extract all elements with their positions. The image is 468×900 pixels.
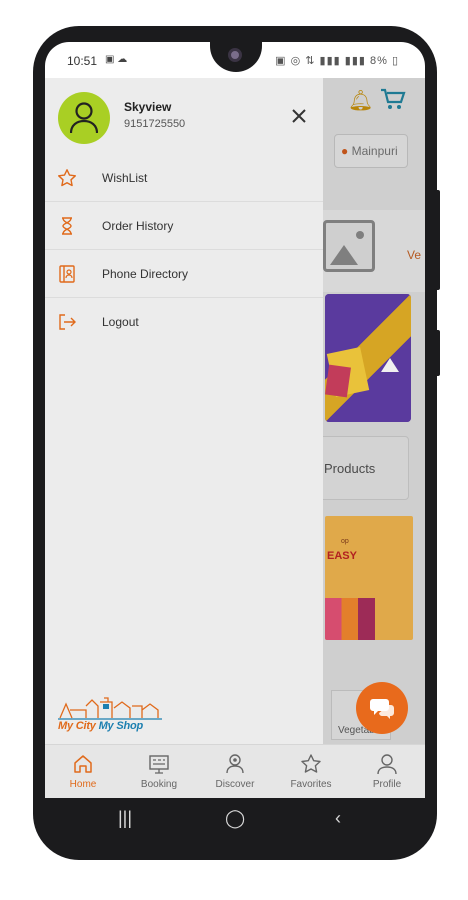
nav-label-home: Home — [69, 779, 97, 790]
nav-favorites[interactable]: Favorites — [273, 745, 349, 798]
star-icon — [301, 754, 321, 773]
shopping-bags-image — [325, 598, 375, 640]
home-circle-icon[interactable]: ◯ — [225, 808, 245, 829]
phone-directory-icon — [59, 265, 75, 283]
front-camera — [228, 48, 242, 62]
bell-icon: 🔔︎ — [348, 90, 374, 112]
status-time: 10:51 — [67, 54, 98, 68]
menu-item-logout[interactable]: Logout — [45, 298, 323, 346]
user-name: Skyview — [124, 100, 172, 114]
logout-icon — [59, 314, 76, 330]
navigation-drawer: Skyview 9151725550 WishList Order Histor… — [45, 78, 323, 798]
nav-label-favorites: Favorites — [290, 779, 332, 790]
bottom-navigation: Home Booking Discover Favorites Profile — [45, 744, 425, 798]
nav-home[interactable]: Home — [45, 745, 121, 798]
products-label: Products — [324, 461, 376, 476]
banner-text-large: EASY — [327, 550, 357, 562]
side-button-power — [434, 190, 440, 290]
profile-icon — [377, 754, 397, 775]
home-icon — [74, 755, 92, 773]
image-placeholder-icon — [323, 220, 375, 272]
menu-label-logout: Logout — [102, 315, 139, 329]
promo-banner-easy: op EASY — [325, 516, 413, 640]
battery-level: 8% — [369, 55, 388, 67]
status-indicators: ▣ ◎ ⇅ ▮▮▮ ▮▮▮ 8% ▯ — [275, 54, 399, 67]
location-selector: ● Mainpuri — [334, 134, 408, 168]
star-icon — [58, 169, 76, 187]
close-icon[interactable] — [289, 106, 309, 126]
brand-logo: My City My Shop — [56, 688, 166, 744]
user-icon — [70, 102, 98, 134]
recent-apps-icon[interactable]: ||| — [118, 808, 132, 829]
products-card: Products — [319, 436, 409, 500]
booking-icon — [149, 755, 169, 774]
nav-label-discover: Discover — [215, 779, 255, 790]
menu-label-order-history: Order History — [102, 219, 174, 233]
screen: 10:51 ▣ ☁ ▣ ◎ ⇅ ▮▮▮ ▮▮▮ 8% ▯ 🔔︎ ● Mainpu… — [45, 42, 425, 798]
location-label: Mainpuri — [351, 144, 398, 158]
menu-label-phone-directory: Phone Directory — [102, 267, 189, 281]
notification-icons: ▣ ☁ — [105, 54, 128, 65]
menu-label-wishlist: WishList — [102, 171, 148, 185]
city-skyline-graphic — [58, 697, 162, 720]
system-navigation-bar: ||| ◯ ‹ — [45, 798, 425, 842]
menu-item-order-history[interactable]: Order History — [45, 202, 323, 250]
nav-discover[interactable]: Discover — [197, 745, 273, 798]
nav-label-profile: Profile — [372, 779, 402, 790]
banner-text-small: op — [341, 538, 349, 545]
drawer-profile-header: Skyview 9151725550 — [45, 78, 323, 154]
discover-icon — [226, 754, 244, 774]
nav-profile[interactable]: Profile — [349, 745, 425, 798]
location-pin-icon: ● — [341, 144, 349, 158]
battery-icon: ▯ — [387, 55, 399, 67]
chat-fab-button[interactable] — [356, 682, 408, 734]
back-icon[interactable]: ‹ — [335, 808, 341, 829]
hourglass-icon — [62, 217, 72, 235]
brand-text-part1: My City — [58, 720, 96, 732]
side-button-volume — [434, 330, 440, 376]
user-phone: 9151725550 — [124, 118, 186, 130]
brand-text-part2: My Shop — [98, 720, 144, 732]
category-label-partial: Ve — [407, 248, 422, 262]
promo-banner-shopping — [325, 294, 411, 422]
nav-label-booking: Booking — [140, 779, 178, 790]
avatar — [58, 92, 110, 144]
menu-item-phone-directory[interactable]: Phone Directory — [45, 250, 323, 298]
signal-icons: ▣ ◎ ⇅ ▮▮▮ ▮▮▮ — [275, 55, 370, 67]
chat-icon — [370, 699, 394, 719]
brand-wordmark: My City My Shop — [58, 720, 143, 732]
nav-booking[interactable]: Booking — [121, 745, 197, 798]
cart-icon — [380, 88, 406, 116]
menu-item-wishlist[interactable]: WishList — [45, 154, 323, 202]
